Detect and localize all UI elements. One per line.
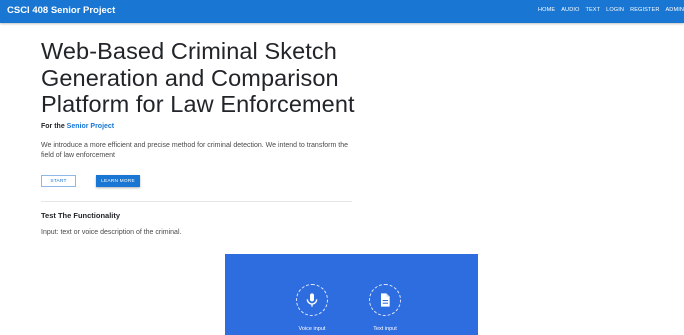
headline-line: Web-Based Criminal Sketch <box>41 38 337 64</box>
nav-link-admin[interactable]: ADMIN <box>665 7 684 13</box>
voice-icon-circle[interactable] <box>296 284 328 316</box>
text-icon-circle[interactable] <box>369 284 401 316</box>
hero-section: Web-Based Criminal Sketch Generation and… <box>41 38 361 130</box>
functionality-title: Test The Functionality <box>41 211 121 220</box>
start-button[interactable]: START <box>41 175 76 187</box>
learn-more-button[interactable]: LEARN MORE <box>96 175 140 187</box>
input-options-panel: Voice input Text input <box>225 254 478 335</box>
microphone-icon <box>306 293 318 307</box>
headline-line: Platform for Law Enforcement <box>41 91 355 117</box>
hero-subtitle: For the Senior Project <box>41 123 361 130</box>
headline-line: Generation and Comparison <box>41 64 339 91</box>
subtitle-prefix: For the <box>41 122 67 130</box>
text-input-label: Text input <box>373 326 397 332</box>
nav-link-login[interactable]: LOGIN <box>606 7 624 13</box>
top-navbar: CSCI 408 Senior Project HOME AUDIO TEXT … <box>0 0 684 23</box>
page-headline: Web-Based Criminal Sketch Generation and… <box>41 38 361 118</box>
intro-paragraph: We introduce a more efficient and precis… <box>41 142 348 159</box>
brand-title[interactable]: CSCI 408 Senior Project <box>7 5 115 16</box>
nav-link-audio[interactable]: AUDIO <box>561 7 579 13</box>
document-icon <box>381 293 390 307</box>
functionality-description: Input: text or voice description of the … <box>41 229 182 236</box>
nav-links: HOME AUDIO TEXT LOGIN REGISTER ADMIN <box>532 7 684 13</box>
nav-link-home[interactable]: HOME <box>538 7 555 13</box>
nav-link-text[interactable]: TEXT <box>585 7 600 13</box>
section-divider <box>41 201 352 202</box>
nav-link-register[interactable]: REGISTER <box>630 7 659 13</box>
senior-project-link[interactable]: Senior Project <box>67 123 114 130</box>
voice-input-label: Voice input <box>298 326 326 332</box>
